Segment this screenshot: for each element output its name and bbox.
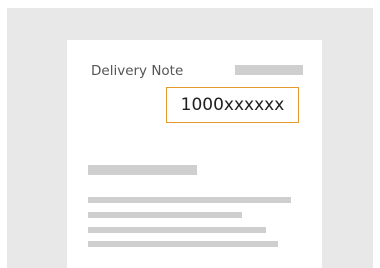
delivery-note-document: Delivery Note 1000xxxxxx bbox=[67, 40, 322, 268]
text-line-placeholder bbox=[88, 197, 291, 203]
delivery-number-highlight: 1000xxxxxx bbox=[166, 87, 299, 123]
header-placeholder-bar bbox=[235, 65, 303, 75]
text-line-placeholder bbox=[88, 212, 242, 218]
text-line-placeholder bbox=[88, 241, 278, 247]
document-title: Delivery Note bbox=[91, 63, 184, 79]
delivery-number: 1000xxxxxx bbox=[180, 95, 285, 115]
section-heading-placeholder bbox=[88, 165, 197, 175]
text-line-placeholder bbox=[88, 227, 266, 233]
